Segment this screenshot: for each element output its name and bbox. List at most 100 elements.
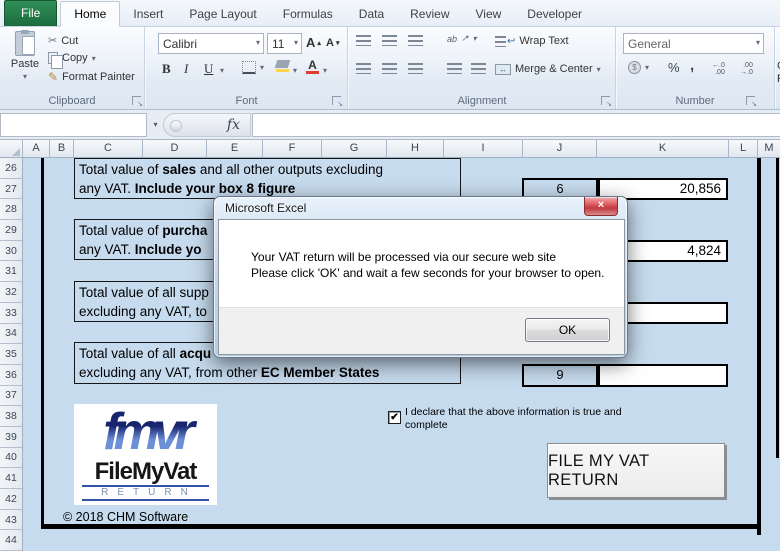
col-header-k[interactable]: K bbox=[597, 140, 729, 158]
row-header-35[interactable]: 35 bbox=[0, 344, 23, 365]
paste-dropdown-icon[interactable]: ▾ bbox=[23, 72, 27, 81]
orientation-button[interactable]: ab ↗ ▾ bbox=[447, 33, 477, 44]
tab-view[interactable]: View bbox=[463, 2, 515, 26]
tab-formulas[interactable]: Formulas bbox=[270, 2, 346, 26]
increase-indent-button[interactable] bbox=[471, 63, 486, 74]
col-header-h[interactable]: H bbox=[387, 140, 444, 158]
dialog-close-button[interactable]: × bbox=[584, 197, 618, 216]
row-header-37[interactable]: 37 bbox=[0, 385, 23, 407]
col-header-d[interactable]: D bbox=[143, 140, 207, 158]
font-group-label: Font bbox=[235, 95, 258, 107]
font-name-combo[interactable]: Calibri ▾ bbox=[158, 33, 264, 54]
tab-page-layout[interactable]: Page Layout bbox=[176, 2, 269, 26]
wrap-text-button[interactable]: ↩ Wrap Text bbox=[495, 35, 569, 47]
grow-font-button[interactable]: A ▴ bbox=[306, 35, 321, 50]
row-header-43[interactable]: 43 bbox=[0, 509, 23, 531]
font-name-dropdown-icon[interactable]: ▾ bbox=[256, 38, 260, 47]
col-header-j[interactable]: J bbox=[523, 140, 597, 158]
tab-developer[interactable]: Developer bbox=[514, 2, 595, 26]
format-painter-button[interactable]: ✎ Format Painter bbox=[48, 70, 135, 84]
number-format-combo[interactable]: General ▾ bbox=[623, 33, 764, 54]
row-header-29[interactable]: 29 bbox=[0, 220, 23, 241]
cut-button[interactable]: ✂ Cut bbox=[48, 34, 78, 48]
col-header-f[interactable]: F bbox=[263, 140, 322, 158]
row-header-26[interactable]: 26 bbox=[0, 158, 23, 179]
shrink-font-button[interactable]: A ▾ bbox=[326, 37, 339, 49]
row-header-34[interactable]: 34 bbox=[0, 323, 23, 345]
fill-dropdown-icon[interactable]: ▾ bbox=[293, 66, 297, 75]
align-right-button[interactable] bbox=[408, 63, 423, 74]
col-header-i[interactable]: I bbox=[444, 140, 523, 158]
decrease-indent-button[interactable] bbox=[447, 63, 462, 74]
col-header-g[interactable]: G bbox=[322, 140, 387, 158]
copy-dropdown-icon: ▾ bbox=[91, 53, 96, 63]
merge-center-button[interactable]: ↔ Merge & Center ▾ bbox=[495, 63, 601, 75]
font-color-button[interactable]: A bbox=[306, 58, 319, 74]
font-size-combo[interactable]: 11 ▾ bbox=[267, 33, 302, 54]
tab-review[interactable]: Review bbox=[397, 2, 462, 26]
increase-decimal-button[interactable]: ←.0 .00 bbox=[712, 62, 725, 76]
col-header-l[interactable]: L bbox=[729, 140, 758, 158]
col-header-c[interactable]: C bbox=[74, 140, 143, 158]
row-header-27[interactable]: 27 bbox=[0, 178, 23, 200]
col-header-a[interactable]: A bbox=[23, 140, 50, 158]
declaration-checkbox[interactable]: ✔ bbox=[388, 411, 401, 424]
percent-style-button[interactable]: % bbox=[668, 60, 680, 75]
fill-color-bar bbox=[276, 69, 289, 72]
row-header-30[interactable]: 30 bbox=[0, 240, 23, 262]
align-center-button[interactable] bbox=[382, 63, 397, 74]
number-format-dropdown-icon[interactable]: ▾ bbox=[756, 38, 760, 47]
tab-insert[interactable]: Insert bbox=[120, 2, 176, 26]
merge-center-dropdown-icon[interactable]: ▾ bbox=[597, 65, 601, 74]
align-left-button[interactable] bbox=[356, 63, 371, 74]
insert-function-area[interactable]: fx bbox=[163, 113, 251, 137]
row-header-36[interactable]: 36 bbox=[0, 364, 23, 386]
file-my-vat-return-button[interactable]: FILE MY VAT RETURN bbox=[547, 443, 725, 498]
dialog-ok-button[interactable]: OK bbox=[525, 318, 610, 342]
font-color-dropdown-icon[interactable]: ▾ bbox=[323, 66, 327, 75]
decrease-decimal-button[interactable]: .00 →.0 bbox=[740, 62, 753, 76]
bold-button[interactable]: B bbox=[162, 61, 171, 77]
align-middle-button[interactable] bbox=[382, 35, 397, 46]
tab-home[interactable]: Home bbox=[60, 1, 121, 27]
copy-button[interactable]: Copy ▾ bbox=[48, 52, 96, 69]
row-header-31[interactable]: 31 bbox=[0, 261, 23, 283]
dialog-footer: OK bbox=[219, 307, 624, 354]
font-dialog-launcher-icon[interactable]: ↘ bbox=[332, 96, 343, 108]
underline-dropdown-icon[interactable]: ▾ bbox=[220, 66, 224, 75]
alignment-dialog-launcher-icon[interactable]: ↘ bbox=[601, 96, 612, 108]
row-header-41[interactable]: 41 bbox=[0, 468, 23, 489]
col-header-b[interactable]: B bbox=[50, 140, 74, 158]
row-header-33[interactable]: 33 bbox=[0, 302, 23, 324]
align-top-button[interactable] bbox=[356, 35, 371, 46]
select-all-corner[interactable] bbox=[0, 140, 23, 158]
italic-button[interactable]: I bbox=[184, 61, 188, 77]
row-header-39[interactable]: 39 bbox=[0, 426, 23, 448]
name-box[interactable] bbox=[0, 113, 147, 137]
fx-icon[interactable]: fx bbox=[227, 117, 240, 133]
tab-file[interactable]: File bbox=[4, 0, 58, 26]
col-header-e[interactable]: E bbox=[207, 140, 263, 158]
paste-button[interactable]: Paste ▾ bbox=[6, 30, 44, 81]
font-size-dropdown-icon[interactable]: ▾ bbox=[294, 38, 298, 47]
fill-color-button[interactable] bbox=[274, 60, 291, 72]
row-header-44[interactable]: 44 bbox=[0, 530, 23, 551]
vat-box9-value[interactable] bbox=[598, 364, 728, 387]
align-bottom-button[interactable] bbox=[408, 35, 423, 46]
comma-style-button[interactable]: , bbox=[690, 57, 694, 74]
borders-button[interactable]: ▾ bbox=[242, 61, 264, 74]
tab-data[interactable]: Data bbox=[346, 2, 397, 26]
formula-input[interactable] bbox=[252, 113, 780, 137]
accounting-format-button[interactable]: $ ▾ bbox=[628, 61, 649, 74]
logo-name: FileMyVat bbox=[94, 458, 198, 485]
underline-button[interactable]: U bbox=[204, 61, 213, 77]
number-dialog-launcher-icon[interactable]: ↘ bbox=[746, 96, 757, 108]
clipboard-dialog-launcher-icon[interactable]: ↘ bbox=[132, 96, 143, 108]
row-header-28[interactable]: 28 bbox=[0, 199, 23, 221]
col-header-m[interactable]: M bbox=[758, 140, 780, 158]
row-header-32[interactable]: 32 bbox=[0, 282, 23, 303]
name-box-dropdown-icon[interactable]: ▾ bbox=[148, 113, 163, 137]
row-header-38[interactable]: 38 bbox=[0, 406, 23, 427]
row-header-42[interactable]: 42 bbox=[0, 489, 23, 510]
row-header-40[interactable]: 40 bbox=[0, 447, 23, 469]
